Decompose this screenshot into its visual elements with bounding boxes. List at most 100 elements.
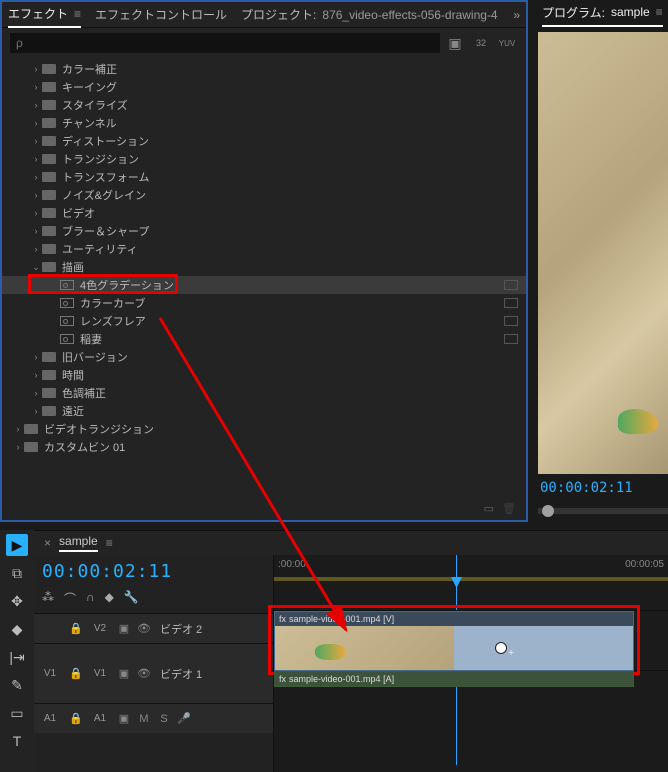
hamburger-icon[interactable]: ≡: [656, 5, 663, 19]
link-icon[interactable]: ⌒: [64, 590, 76, 607]
folder-item[interactable]: ›旧バージョン: [2, 348, 526, 366]
time-ruler[interactable]: :00:00 00:00:05: [274, 555, 668, 581]
effects-panel: エフェクト ≡ エフェクトコントロール プロジェクト: 876_video-ef…: [0, 0, 528, 522]
hamburger-icon[interactable]: ≡: [74, 7, 81, 21]
track-lane-a1[interactable]: fxsample-video-001.mp4 [A]: [274, 671, 668, 701]
timeline-tracks[interactable]: :00:00 00:00:05 fxsample-video-001.mp4 […: [274, 555, 668, 772]
folder-item[interactable]: ›トランスフォーム: [2, 168, 526, 186]
lock-icon[interactable]: 🔒: [66, 622, 86, 635]
marker-icon[interactable]: ◆: [105, 590, 114, 607]
folder-item[interactable]: ›カラー補正: [2, 60, 526, 78]
folder-item[interactable]: ›チャンネル: [2, 114, 526, 132]
track-target-v1[interactable]: V1: [34, 668, 66, 679]
folder-item[interactable]: ›ブラー＆シャープ: [2, 222, 526, 240]
timeline-timecode[interactable]: 00:00:02:11: [42, 561, 265, 582]
effect-item[interactable]: 4色グラデーション: [2, 276, 526, 294]
toggle-output-icon[interactable]: ▣: [114, 667, 134, 680]
folder-item[interactable]: ›カスタムビン 01: [2, 438, 526, 456]
track-target-a1[interactable]: A1: [34, 713, 66, 724]
chevron-icon[interactable]: ›: [30, 406, 42, 416]
lock-icon[interactable]: 🔒: [66, 712, 86, 725]
mute-button[interactable]: M: [134, 713, 154, 725]
tab-program[interactable]: プログラム: sample ≡: [542, 0, 663, 27]
toggle-output-icon[interactable]: ▣: [114, 712, 134, 725]
tool-button-4[interactable]: |⇥: [6, 646, 28, 668]
folder-item[interactable]: ⌄描画: [2, 258, 526, 276]
tool-button-5[interactable]: ✎: [6, 674, 28, 696]
chevron-icon[interactable]: ›: [30, 208, 42, 218]
tool-button-3[interactable]: ◆: [6, 618, 28, 640]
chevron-icon[interactable]: ›: [30, 370, 42, 380]
folder-item[interactable]: ›トランジション: [2, 150, 526, 168]
folder-item[interactable]: ›ディストーション: [2, 132, 526, 150]
preview-scrubber[interactable]: [538, 508, 668, 514]
track-lane-v1[interactable]: fxsample-video-001.mp4 [V]: [274, 611, 668, 671]
snap-icon[interactable]: ⁂: [42, 590, 54, 607]
chevron-icon[interactable]: ›: [30, 352, 42, 362]
chevron-icon[interactable]: ›: [12, 442, 24, 452]
track-lane-v2[interactable]: [274, 581, 668, 611]
folder-item[interactable]: ›時間: [2, 366, 526, 384]
folder-item[interactable]: ›ビデオトランジション: [2, 420, 526, 438]
chevron-icon[interactable]: ›: [30, 244, 42, 254]
preset-icon-3[interactable]: YUV: [496, 33, 518, 53]
mic-icon[interactable]: 🎤: [174, 712, 194, 725]
search-input[interactable]: [10, 33, 440, 53]
effect-item[interactable]: レンズフレア: [2, 312, 526, 330]
solo-button[interactable]: S: [154, 713, 174, 725]
preview-viewport[interactable]: [538, 32, 668, 474]
eye-icon[interactable]: 👁: [134, 667, 154, 680]
folder-item[interactable]: ›スタイライズ: [2, 96, 526, 114]
chevron-icon[interactable]: ›: [30, 388, 42, 398]
tab-effect-controls[interactable]: エフェクトコントロール: [95, 2, 227, 27]
track-header-v1[interactable]: V1 🔒 V1 ▣ 👁 ビデオ 1: [34, 643, 273, 703]
video-clip[interactable]: fxsample-video-001.mp4 [V]: [274, 611, 634, 671]
effect-item[interactable]: 稲妻: [2, 330, 526, 348]
preview-timecode[interactable]: 00:00:02:11: [538, 474, 668, 502]
effect-item[interactable]: カラーカーブ: [2, 294, 526, 312]
magnet-icon[interactable]: ∩: [86, 590, 95, 607]
eye-icon[interactable]: 👁: [134, 622, 154, 635]
wrench-icon[interactable]: 🔧: [124, 590, 139, 607]
close-seq-icon[interactable]: ×: [44, 536, 51, 550]
folder-item[interactable]: ›ノイズ&グレイン: [2, 186, 526, 204]
folder-item[interactable]: ›ユーティリティ: [2, 240, 526, 258]
tool-button-1[interactable]: ⧉: [6, 562, 28, 584]
new-bin-icon[interactable]: ▭: [484, 502, 494, 515]
folder-item[interactable]: ›色調補正: [2, 384, 526, 402]
lock-icon[interactable]: 🔒: [66, 667, 86, 680]
toggle-output-icon[interactable]: ▣: [114, 622, 134, 635]
chevron-icon[interactable]: ›: [30, 118, 42, 128]
track-header-v2[interactable]: 🔒 V2 ▣ 👁 ビデオ 2: [34, 613, 273, 643]
folder-icon: [42, 370, 56, 380]
hamburger-icon[interactable]: ≡: [106, 536, 113, 550]
chevron-icon[interactable]: ›: [30, 190, 42, 200]
preset-icon-1[interactable]: ▣: [444, 33, 466, 53]
tool-button-6[interactable]: ▭: [6, 702, 28, 724]
chevron-icon[interactable]: ⌄: [30, 262, 42, 273]
trash-icon[interactable]: 🗑: [502, 502, 516, 515]
audio-clip[interactable]: fxsample-video-001.mp4 [A]: [274, 671, 634, 687]
chevron-icon[interactable]: ›: [30, 172, 42, 182]
chevron-icon[interactable]: ›: [30, 82, 42, 92]
tool-button-2[interactable]: ✥: [6, 590, 28, 612]
chevron-icon[interactable]: ›: [30, 136, 42, 146]
tool-button-7[interactable]: T: [6, 730, 28, 752]
folder-item[interactable]: ›遠近: [2, 402, 526, 420]
chevron-icon[interactable]: ›: [30, 154, 42, 164]
tab-effects[interactable]: エフェクト ≡: [8, 1, 81, 28]
chevron-icon[interactable]: ›: [12, 424, 24, 434]
track-header-a1[interactable]: A1 🔒 A1 ▣ M S 🎤: [34, 703, 273, 733]
folder-item[interactable]: ›キーイング: [2, 78, 526, 96]
preset-icon-2[interactable]: 32: [470, 33, 492, 53]
tool-button-0[interactable]: ▶: [6, 534, 28, 556]
scrub-handle[interactable]: [542, 505, 554, 517]
sequence-tab[interactable]: sample: [59, 534, 98, 552]
folder-item[interactable]: ›ビデオ: [2, 204, 526, 222]
chevron-icon[interactable]: ›: [30, 100, 42, 110]
chevron-icon[interactable]: ›: [30, 226, 42, 236]
tab-project[interactable]: プロジェクト: 876_video-effects-056-drawing-4: [241, 2, 498, 27]
overflow-icon[interactable]: »: [513, 8, 520, 22]
chevron-icon[interactable]: ›: [30, 64, 42, 74]
effects-tree[interactable]: ›カラー補正›キーイング›スタイライズ›チャンネル›ディストーション›トランジシ…: [2, 58, 526, 496]
